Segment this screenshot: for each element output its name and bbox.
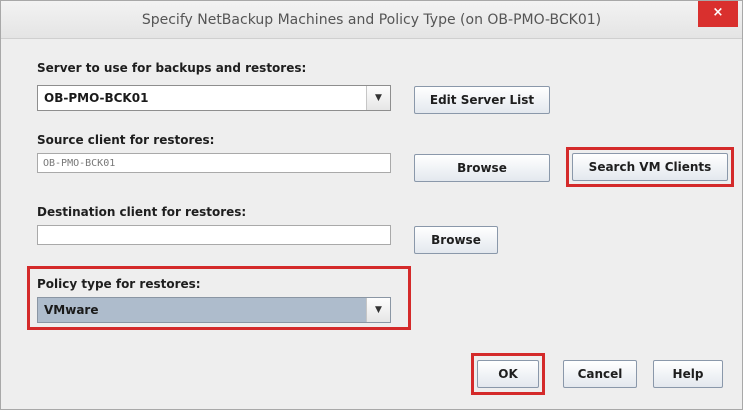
destination-client-field[interactable] <box>37 225 391 245</box>
server-label: Server to use for backups and restores: <box>37 61 307 75</box>
server-combo-value: OB-PMO-BCK01 <box>44 91 149 105</box>
help-button[interactable]: Help <box>653 360 723 388</box>
cancel-button[interactable]: Cancel <box>563 360 637 388</box>
server-combo[interactable]: OB-PMO-BCK01 ▼ <box>37 85 391 111</box>
dialog-title: Specify NetBackup Machines and Policy Ty… <box>141 12 602 28</box>
chevron-down-icon[interactable]: ▼ <box>366 86 390 110</box>
dialog-window: Specify NetBackup Machines and Policy Ty… <box>0 0 743 410</box>
edit-server-list-button[interactable]: Edit Server List <box>414 86 550 114</box>
policy-type-label: Policy type for restores: <box>37 277 201 291</box>
policy-type-combo[interactable]: VMware ▼ <box>37 297 391 323</box>
search-vm-clients-button[interactable]: Search VM Clients <box>572 153 728 181</box>
destination-client-label: Destination client for restores: <box>37 205 247 219</box>
destination-browse-button[interactable]: Browse <box>414 226 498 254</box>
source-client-label: Source client for restores: <box>37 133 215 147</box>
close-icon: × <box>712 5 724 20</box>
chevron-down-icon[interactable]: ▼ <box>366 298 390 322</box>
ok-button[interactable]: OK <box>477 360 539 388</box>
destination-client-input[interactable] <box>38 226 390 244</box>
source-client-input[interactable] <box>38 154 390 172</box>
source-client-field[interactable] <box>37 153 391 173</box>
source-browse-button[interactable]: Browse <box>414 154 550 182</box>
close-button[interactable]: × <box>698 1 738 27</box>
title-bar[interactable]: Specify NetBackup Machines and Policy Ty… <box>1 1 742 39</box>
policy-type-value: VMware <box>44 303 99 317</box>
